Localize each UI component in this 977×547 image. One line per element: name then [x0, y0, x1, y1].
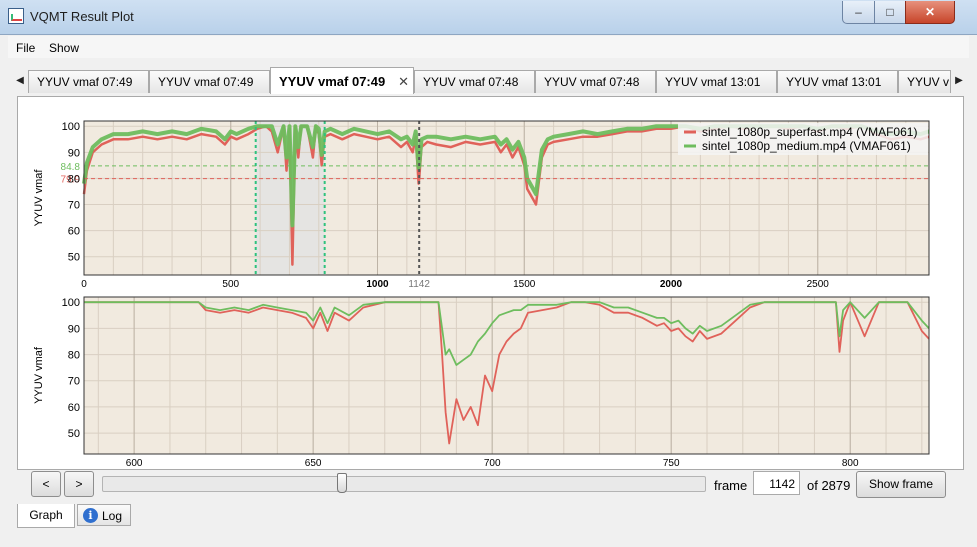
- frame-navigation-bar: < > frame 1142 of 2879 Show frame: [17, 468, 962, 504]
- y-tick-label: 90: [68, 147, 80, 159]
- legend: sintel_1080p_superfast.mp4 (VMAF061)sint…: [678, 123, 928, 155]
- graph-panel: 79.9 84.8 1142 50 60 70 80 90 100 0 500 1000 1500 200…: [17, 96, 964, 470]
- tab-result-3-active[interactable]: YYUV vmaf 07:49 ✕: [270, 67, 414, 94]
- title-bar: VQMT Result Plot – □ ✕: [0, 0, 977, 35]
- x-tick-label: 1000: [366, 279, 389, 290]
- y-tick-label: 80: [68, 173, 80, 185]
- tab-result-7[interactable]: YYUV vmaf 13:01: [777, 70, 898, 93]
- tab-graph[interactable]: Graph: [17, 504, 75, 528]
- legend-entry: sintel_1080p_superfast.mp4 (VMAF061): [702, 125, 917, 139]
- y-tick-label: 80: [68, 350, 80, 362]
- x-tick-label: 500: [222, 279, 239, 290]
- tab-result-8[interactable]: YYUV v: [898, 70, 951, 93]
- frame-number-input[interactable]: 1142: [753, 471, 800, 495]
- current-frame-label: 1142: [408, 279, 430, 290]
- menu-bar: File Show: [8, 36, 969, 58]
- y-tick-label: 50: [68, 428, 80, 440]
- y-tick-label: 70: [68, 200, 80, 212]
- tab-log[interactable]: i Log: [77, 504, 131, 526]
- frame-slider-thumb[interactable]: [336, 473, 347, 493]
- menu-show[interactable]: Show: [49, 41, 79, 55]
- menu-file[interactable]: File: [16, 41, 35, 55]
- show-frame-button[interactable]: Show frame: [856, 471, 946, 498]
- result-tab-bar: ◀ YYUV vmaf 07:49 YYUV vmaf 07:49 YYUV v…: [8, 66, 969, 96]
- frame-label: frame: [714, 478, 748, 493]
- plots-area[interactable]: 79.984.8114250607080901000 500 1000 1500 200…: [18, 97, 963, 469]
- plot-2: 5060708090100600 650 700 750 800YYUV vmaf: [33, 296, 930, 469]
- x-tick-label: 2000: [660, 279, 683, 290]
- window-title: VQMT Result Plot: [30, 9, 134, 24]
- tab-result-4[interactable]: YYUV vmaf 07:48: [414, 70, 535, 93]
- bottom-tab-bar: Graph i Log: [17, 504, 317, 530]
- tab-result-1[interactable]: YYUV vmaf 07:49: [28, 70, 149, 93]
- y-tick-label: 60: [68, 402, 80, 414]
- y-tick-label: 90: [68, 323, 80, 335]
- y-axis-label: YYUV vmaf: [33, 169, 45, 227]
- plot-background: [84, 297, 929, 454]
- frame-total-label: of 2879: [807, 478, 851, 493]
- info-icon: i: [83, 508, 98, 523]
- y-tick-label: 70: [68, 376, 80, 388]
- tab-result-6[interactable]: YYUV vmaf 13:01: [656, 70, 777, 93]
- y-tick-label: 100: [62, 121, 80, 133]
- x-tick-label: 0: [81, 279, 87, 290]
- legend-entry: sintel_1080p_medium.mp4 (VMAF061): [702, 139, 911, 153]
- next-frame-button[interactable]: >: [64, 471, 94, 497]
- close-button[interactable]: ✕: [905, 1, 955, 24]
- y-tick-label: 100: [62, 297, 80, 309]
- tab-scroll-right-icon[interactable]: ▶: [951, 70, 967, 92]
- y-tick-label: 50: [68, 252, 80, 264]
- prev-frame-button[interactable]: <: [31, 471, 61, 497]
- plot-1: 79.984.8114250607080901000 500 1000 1500 200…: [33, 120, 930, 290]
- tab-scroll-left-icon[interactable]: ◀: [12, 70, 28, 92]
- maximize-button[interactable]: □: [874, 1, 906, 24]
- y-axis-label: YYUV vmaf: [33, 346, 45, 404]
- x-tick-label: 2500: [807, 279, 830, 290]
- x-tick-label: 1500: [513, 279, 536, 290]
- y-tick-label: 60: [68, 226, 80, 238]
- tab-close-icon[interactable]: ✕: [398, 68, 409, 94]
- minimize-button[interactable]: –: [842, 1, 875, 24]
- tab-result-2[interactable]: YYUV vmaf 07:49: [149, 70, 270, 93]
- app-icon: [8, 8, 24, 24]
- average-label: 84.8: [61, 162, 81, 173]
- frame-slider-track[interactable]: [102, 476, 706, 492]
- tab-result-5[interactable]: YYUV vmaf 07:48: [535, 70, 656, 93]
